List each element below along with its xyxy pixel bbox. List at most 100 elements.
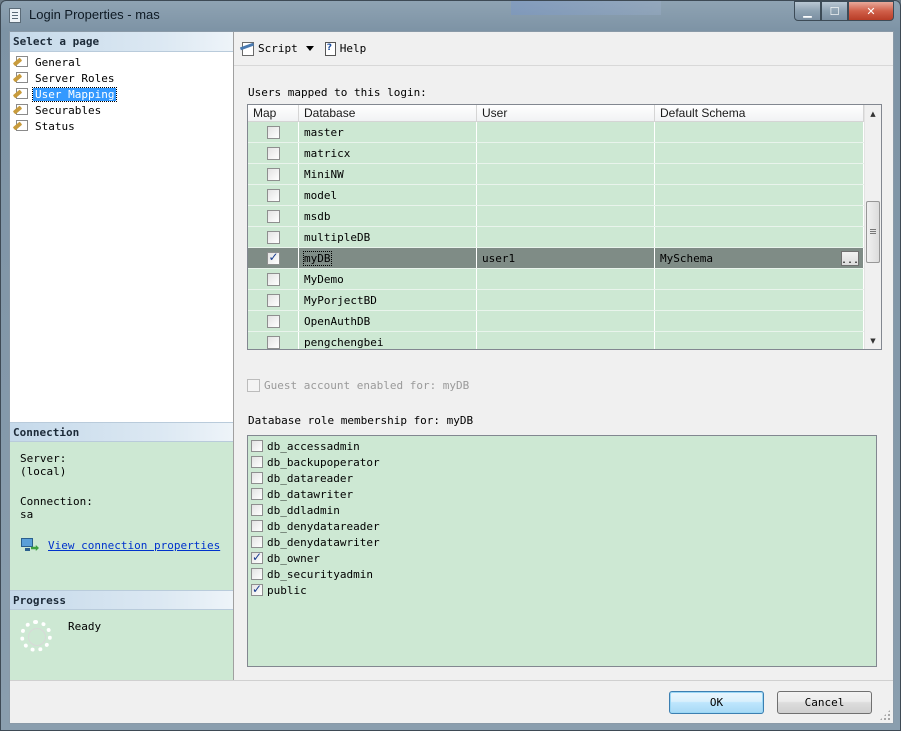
help-button[interactable]: Help <box>340 42 367 55</box>
database-cell[interactable]: msdb <box>299 206 477 226</box>
role-checkbox[interactable] <box>251 504 263 516</box>
database-cell[interactable]: MyDemo <box>299 269 477 289</box>
resize-grip-icon[interactable] <box>879 709 891 721</box>
user-cell[interactable] <box>477 185 655 205</box>
role-checkbox[interactable] <box>251 440 263 452</box>
map-checkbox[interactable] <box>266 167 280 181</box>
guest-account-checkbox[interactable] <box>247 379 260 392</box>
column-header-map[interactable]: Map <box>248 105 299 121</box>
scroll-down-icon[interactable]: ▼ <box>865 332 881 349</box>
role-checkbox[interactable] <box>251 550 263 564</box>
role-checkbox[interactable] <box>251 520 263 532</box>
map-checkbox[interactable] <box>266 188 280 202</box>
map-checkbox[interactable] <box>266 293 280 307</box>
role-checkbox[interactable] <box>251 582 263 596</box>
role-item[interactable]: db_accessadmin <box>248 438 876 454</box>
cancel-button[interactable]: Cancel <box>777 691 872 714</box>
script-icon[interactable] <box>239 41 256 57</box>
default-schema-cell[interactable] <box>655 122 864 142</box>
map-checkbox[interactable] <box>266 314 280 328</box>
table-row[interactable]: OpenAuthDB <box>248 311 864 332</box>
scroll-up-icon[interactable]: ▲ <box>865 105 881 122</box>
database-cell[interactable]: matricx <box>299 143 477 163</box>
help-icon[interactable]: ? <box>322 41 338 57</box>
column-header-user[interactable]: User <box>477 105 655 121</box>
role-item[interactable]: db_ddladmin <box>248 502 876 518</box>
default-schema-cell[interactable] <box>655 311 864 331</box>
role-checkbox[interactable] <box>251 472 263 484</box>
grid-vertical-scrollbar[interactable]: ▲ ▼ <box>864 105 881 349</box>
database-cell[interactable]: OpenAuthDB <box>299 311 477 331</box>
role-item[interactable]: db_backupoperator <box>248 454 876 470</box>
user-cell[interactable] <box>477 143 655 163</box>
role-item[interactable]: db_denydatawriter <box>248 534 876 550</box>
close-button[interactable]: ✕ <box>848 1 894 21</box>
user-cell[interactable] <box>477 227 655 247</box>
default-schema-cell[interactable] <box>655 164 864 184</box>
sidebar-item-user-mapping[interactable]: User Mapping <box>12 86 233 102</box>
map-checkbox[interactable] <box>266 146 280 160</box>
table-row[interactable]: pengchengbei <box>248 332 864 349</box>
database-cell[interactable]: pengchengbei <box>299 332 477 349</box>
default-schema-cell[interactable] <box>655 185 864 205</box>
table-row[interactable]: multipleDB <box>248 227 864 248</box>
column-header-database[interactable]: Database <box>299 105 477 121</box>
table-row[interactable]: master <box>248 122 864 143</box>
role-checkbox[interactable] <box>251 536 263 548</box>
maximize-button[interactable]: ☐ <box>821 1 848 21</box>
map-checkbox[interactable] <box>266 250 280 265</box>
user-cell[interactable] <box>477 311 655 331</box>
role-checkbox[interactable] <box>251 568 263 580</box>
default-schema-cell[interactable]: MySchema... <box>655 248 864 268</box>
role-checkbox[interactable] <box>251 456 263 468</box>
role-checkbox[interactable] <box>251 488 263 500</box>
map-checkbox[interactable] <box>266 125 280 139</box>
role-item[interactable]: db_datawriter <box>248 486 876 502</box>
user-cell[interactable] <box>477 122 655 142</box>
user-cell[interactable] <box>477 206 655 226</box>
database-cell[interactable]: master <box>299 122 477 142</box>
role-item[interactable]: db_denydatareader <box>248 518 876 534</box>
default-schema-cell[interactable] <box>655 227 864 247</box>
map-checkbox[interactable] <box>266 272 280 286</box>
user-cell[interactable]: user1 <box>477 248 655 268</box>
user-cell[interactable] <box>477 164 655 184</box>
database-cell[interactable]: model <box>299 185 477 205</box>
default-schema-cell[interactable] <box>655 206 864 226</box>
map-checkbox[interactable] <box>266 209 280 223</box>
role-item[interactable]: db_owner <box>248 550 876 566</box>
table-row[interactable]: matricx <box>248 143 864 164</box>
view-connection-properties-link[interactable]: View connection properties <box>48 539 220 552</box>
database-cell[interactable]: MyPorjectBD <box>299 290 477 310</box>
sidebar-item-server-roles[interactable]: Server Roles <box>12 70 233 86</box>
default-schema-cell[interactable] <box>655 269 864 289</box>
database-cell[interactable]: MiniNW <box>299 164 477 184</box>
default-schema-cell[interactable] <box>655 143 864 163</box>
map-checkbox[interactable] <box>266 335 280 349</box>
default-schema-cell[interactable] <box>655 332 864 349</box>
minimize-button[interactable]: ▁ <box>794 1 821 21</box>
ok-button[interactable]: OK <box>669 691 764 714</box>
database-cell[interactable]: multipleDB <box>299 227 477 247</box>
browse-schema-button[interactable]: ... <box>841 251 859 266</box>
script-dropdown-arrow-icon[interactable] <box>305 46 314 51</box>
column-header-default-schema[interactable]: Default Schema <box>655 105 864 121</box>
script-button[interactable]: Script <box>258 42 298 55</box>
table-row[interactable]: msdb <box>248 206 864 227</box>
table-row[interactable]: model <box>248 185 864 206</box>
map-checkbox[interactable] <box>266 230 280 244</box>
user-cell[interactable] <box>477 290 655 310</box>
role-item[interactable]: public <box>248 582 876 598</box>
user-cell[interactable] <box>477 332 655 349</box>
user-cell[interactable] <box>477 269 655 289</box>
database-cell[interactable]: myDB <box>299 248 477 268</box>
sidebar-item-securables[interactable]: Securables <box>12 102 233 118</box>
role-item[interactable]: db_datareader <box>248 470 876 486</box>
table-row[interactable]: MyPorjectBD <box>248 290 864 311</box>
default-schema-cell[interactable] <box>655 290 864 310</box>
title-bar[interactable]: Login Properties - mas ▁ ☐ ✕ <box>1 1 900 31</box>
scrollbar-thumb[interactable] <box>866 201 880 263</box>
table-row[interactable]: myDBuser1MySchema... <box>248 248 864 269</box>
table-row[interactable]: MiniNW <box>248 164 864 185</box>
sidebar-item-general[interactable]: General <box>12 54 233 70</box>
